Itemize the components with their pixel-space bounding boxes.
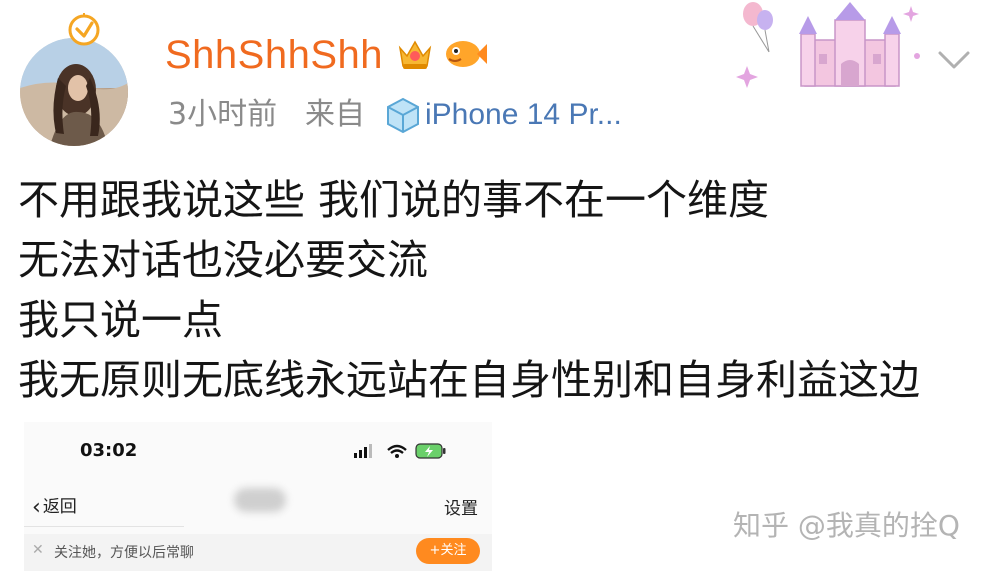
username[interactable]: ShhShhShh [165,32,383,78]
battery-icon [415,443,446,459]
embedded-screenshot[interactable]: 03:02 ‹ 返回 设置 ✕ 关注她，方便以后常聊 +关注 [24,422,492,571]
post-line: 不用跟我说这些 我们说的事不在一个维度 [18,176,770,224]
settings-button[interactable]: 设置 [444,494,478,519]
crown-icon [398,40,432,69]
divider [24,526,184,527]
signal-icon [354,444,372,458]
close-icon[interactable]: ✕ [32,542,44,558]
follow-banner: ✕ 关注她，方便以后常聊 +关注 [24,534,492,571]
castle-decoration-icon [736,2,920,88]
post-time: 3小时前 [168,97,278,132]
chevron-down-icon[interactable] [934,44,974,74]
wifi-icon [387,444,407,458]
follow-hint: 关注她，方便以后常聊 [54,545,194,561]
vip-badge-icon [68,13,100,46]
source-prefix: 来自 [305,97,365,132]
fish-icon [446,41,487,67]
post-line: 我只说一点 [18,296,223,344]
device-source[interactable]: iPhone 14 Pr... [425,96,622,134]
follow-button[interactable]: +关注 [416,538,480,564]
chevron-left-icon: ‹ [32,495,41,520]
ice-cube-icon [387,97,419,134]
post-line: 我无原则无底线永远站在自身性别和自身利益这边 [18,356,920,404]
post-body: 不用跟我说这些 我们说的事不在一个维度 无法对话也没必要交流 我只说一点 我无原… [18,170,978,410]
post-line: 无法对话也没必要交流 [18,236,428,284]
back-label: 返回 [42,497,77,517]
avatar-photo [20,38,128,146]
blurred-contact-name [234,488,286,512]
status-time: 03:02 [80,440,138,461]
avatar[interactable] [20,38,128,146]
back-button[interactable]: ‹ 返回 [32,492,77,520]
watermark: 知乎 @我真的拴Q [733,509,960,542]
status-bar-icons [354,443,446,459]
